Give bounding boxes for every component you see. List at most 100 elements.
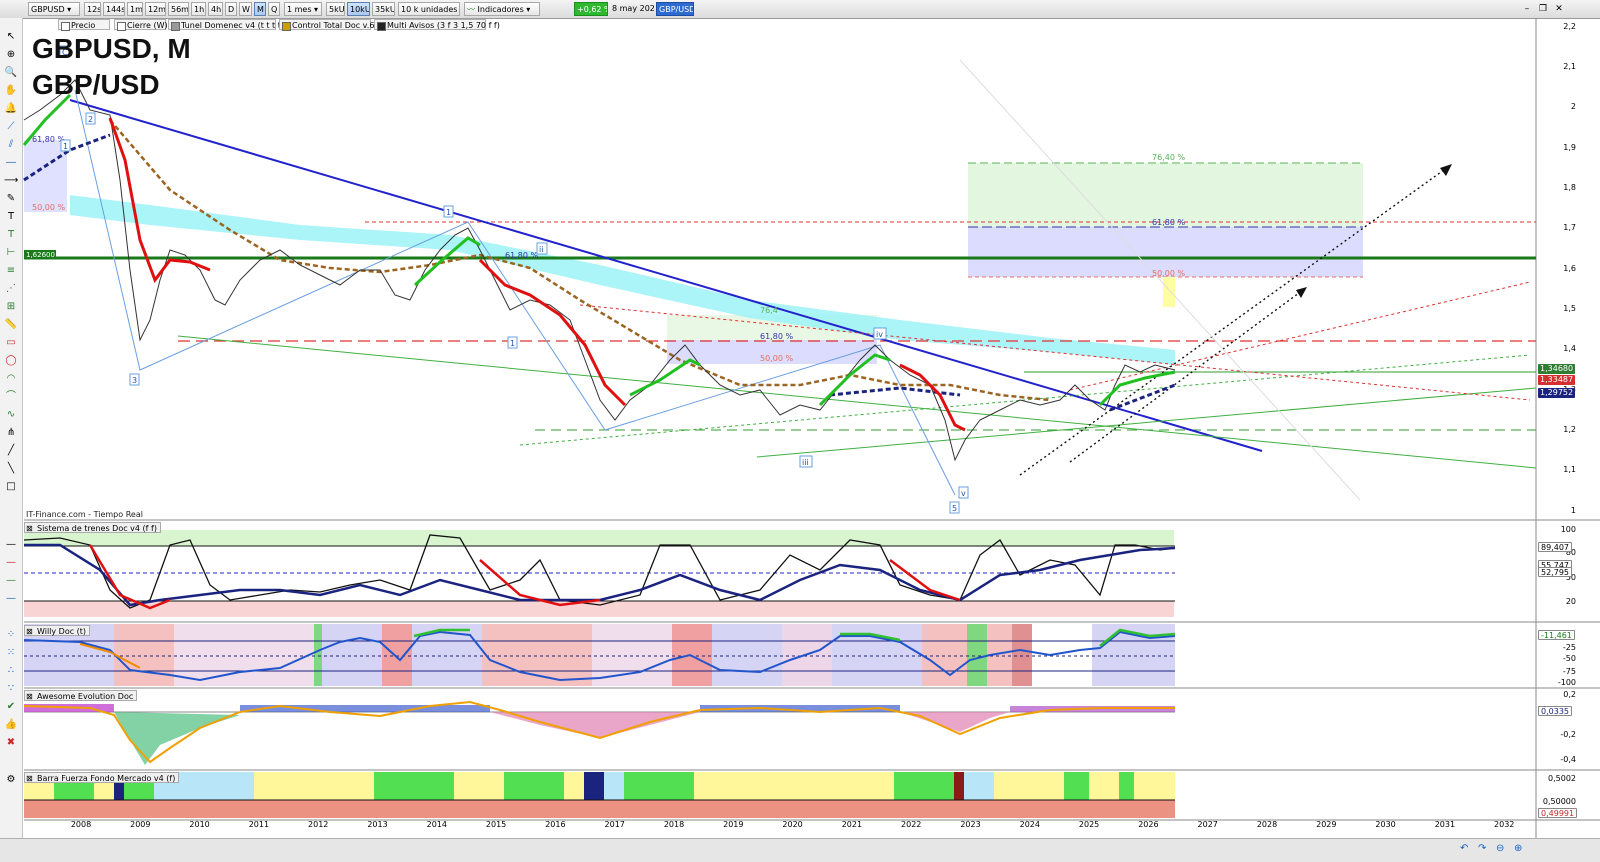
time-tick: 2026 <box>1138 820 1159 829</box>
wave-label: 1 <box>510 339 515 348</box>
barra-tick: 0,50000 <box>1542 797 1576 806</box>
price-tick: 1,8 <box>1563 183 1576 192</box>
willy-tick: -25 <box>1562 643 1576 652</box>
panel-title-label: Awesome Evolution Doc <box>37 692 134 701</box>
fib-label: 76,40 % <box>1152 153 1185 162</box>
awesome-tick: 0,2 <box>1563 690 1576 699</box>
trenes-tick: 100 <box>1560 525 1576 534</box>
price-tick: 2,2 <box>1563 22 1576 31</box>
time-tick: 2015 <box>485 820 507 829</box>
wave-label: iv <box>876 330 883 339</box>
time-tick: 2025 <box>1078 820 1100 829</box>
time-tick: 2030 <box>1375 820 1396 829</box>
close-panel-icon[interactable]: ⊠ <box>26 691 33 702</box>
willy-tick: -50 <box>1562 654 1576 663</box>
time-tick: 2019 <box>723 820 744 829</box>
zoom-in-bottom-icon[interactable]: ⊕ <box>1514 843 1522 854</box>
panel-title-label: Sistema de trenes Doc v4 (f f) <box>37 524 157 533</box>
chart-canvas[interactable]: 76,40 % 61,80 % 50,00 % 61,80 % 50,00 % … <box>0 0 1600 838</box>
close-panel-icon[interactable]: ⊠ <box>26 773 33 784</box>
awesome-tick: -0,4 <box>1560 755 1576 764</box>
time-tick: 2013 <box>367 820 388 829</box>
trenes-value: 52,795 <box>1538 567 1572 577</box>
fib-label: 50,00 % <box>1152 269 1185 278</box>
wave-label: 2 <box>88 115 93 124</box>
willy-tick: -75 <box>1562 667 1576 676</box>
trenes-oversold-zone <box>24 601 1174 617</box>
price-tick: 2 <box>1570 102 1576 111</box>
panel-title-label: Willy Doc (t) <box>37 627 87 636</box>
price-tick: 1,4 <box>1563 344 1576 353</box>
price-tick: 1,7 <box>1563 223 1576 232</box>
willy-bars <box>24 624 1175 686</box>
price-tick: 1,2 <box>1563 425 1576 434</box>
time-tick: 2009 <box>130 820 151 829</box>
yellow-box <box>1163 277 1175 307</box>
time-tick: 2020 <box>782 820 803 829</box>
time-tick: 2032 <box>1494 820 1515 829</box>
time-tick: 2023 <box>960 820 981 829</box>
fib-label: 50,00 % <box>32 203 65 212</box>
panel-title-trenes[interactable]: ⊠ Sistema de trenes Doc v4 (f f) <box>24 522 161 533</box>
wave-label: 1 <box>63 142 68 151</box>
barra-histogram <box>24 800 1175 818</box>
time-tick: 2012 <box>308 820 329 829</box>
wave-label: ii <box>539 245 543 254</box>
fib-label: 61,80 % <box>32 135 65 144</box>
fib-label: 61,80 % <box>505 251 538 260</box>
time-tick: 2028 <box>1256 820 1278 829</box>
panel-title-willy[interactable]: ⊠ Willy Doc (t) <box>24 625 91 637</box>
time-tick: 2014 <box>426 820 447 829</box>
time-tick: 2011 <box>248 820 270 829</box>
fib-label: 61,80 % <box>760 332 793 341</box>
price-tick: 1 <box>1570 506 1576 515</box>
time-tick: 2010 <box>189 820 210 829</box>
time-tick: 2018 <box>663 820 685 829</box>
time-tick: 2029 <box>1316 820 1337 829</box>
fib-label: 50,00 % <box>760 354 793 363</box>
wave-label: v <box>961 489 966 498</box>
price-box-navy: 1,29752 <box>1538 388 1576 398</box>
time-tick: 2022 <box>901 820 922 829</box>
time-tick: 2016 <box>545 820 566 829</box>
barra-background <box>24 772 1175 800</box>
zoom-out-icon[interactable]: ⊖ <box>1496 843 1504 854</box>
willy-value: -11,461 <box>1538 630 1575 640</box>
price-box-close: 1,34680 <box>1538 364 1576 374</box>
fib-label: 61,80 % <box>1152 218 1185 227</box>
willy-tick: -100 <box>1557 678 1576 687</box>
data-source-label: IT-Finance.com - Tiempo Real <box>26 510 143 519</box>
wave-label: 3 <box>132 376 137 385</box>
chart-subtitle: GBP/USD <box>32 69 160 100</box>
price-box-red: 1,33487 <box>1538 375 1576 385</box>
panel-title-label: Barra Fuerza Fondo Mercado v4 (f) <box>37 774 176 783</box>
awesome-tick: -0,2 <box>1560 730 1576 739</box>
price-tick: 1,6 <box>1563 264 1576 273</box>
close-panel-icon[interactable]: ⊠ <box>26 626 33 637</box>
close-panel-icon[interactable]: ⊠ <box>26 523 33 534</box>
trenes-value: 89,407 <box>1538 542 1572 552</box>
redo-icon[interactable]: ↷ <box>1478 843 1486 854</box>
price-tick: 2,1 <box>1563 62 1576 71</box>
time-tick: 2024 <box>1019 820 1040 829</box>
chart-title: GBPUSD, M <box>32 33 191 64</box>
time-tick: 2027 <box>1197 820 1218 829</box>
wave-label: 5 <box>952 504 957 513</box>
barra-value: 0,49991 <box>1538 808 1578 818</box>
price-tick: 1,5 <box>1563 304 1576 313</box>
trenes-red-line <box>479 559 601 607</box>
panel-title-awesome[interactable]: ⊠ Awesome Evolution Doc <box>24 690 138 702</box>
undo-icon[interactable]: ↶ <box>1460 843 1468 854</box>
bottom-status-bar: ↶ ↷ ⊖ ⊕ <box>0 838 1600 862</box>
price-tick: 1,1 <box>1563 465 1576 474</box>
time-tick: 2008 <box>70 820 92 829</box>
time-tick: 2021 <box>841 820 863 829</box>
trenes-tick: 20 <box>1565 597 1576 606</box>
time-tick: 2031 <box>1434 820 1456 829</box>
time-tick: 2017 <box>604 820 625 829</box>
price-tick: 1,9 <box>1563 143 1576 152</box>
panel-title-barra[interactable]: ⊠ Barra Fuerza Fondo Mercado v4 (f) <box>24 772 180 784</box>
wave-label: 1 <box>446 208 451 217</box>
wave-label: iii <box>802 458 809 467</box>
barra-tick: 0,5002 <box>1548 774 1576 783</box>
